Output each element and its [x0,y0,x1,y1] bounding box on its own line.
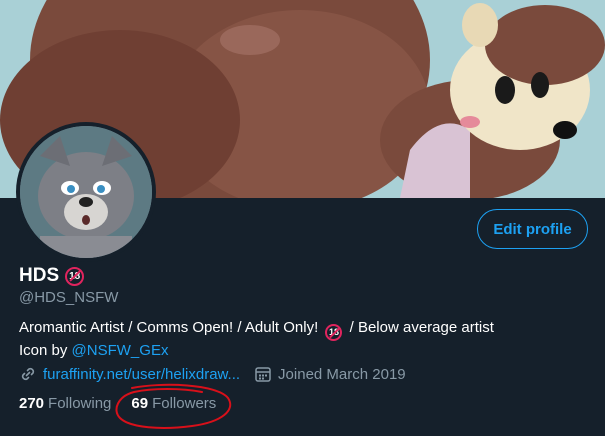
profile-meta: furaffinity.net/user/helixdraw... Joined… [19,365,406,383]
follow-stats: 270 Following 69 Followers [19,395,236,412]
adult-only-18-icon: 18 [325,323,343,341]
adult-only-18-icon: 18 [65,266,85,286]
following-count: 270 [19,395,45,412]
mention-link[interactable]: @NSFW_GEx [72,342,169,359]
following-stat[interactable]: 270 Following [19,395,111,412]
followers-stat[interactable]: 69 Followers [131,395,216,412]
following-label: Following [48,395,112,412]
bio-text-part-2: / Below average artist [349,319,494,336]
bio-line-1: Aromantic Artist / Comms Open! / Adult O… [19,318,494,341]
display-name: HDS [19,265,60,286]
name-row: HDS 18 [19,265,85,287]
edit-profile-button[interactable]: Edit profile [477,209,588,249]
calendar-icon [254,365,272,383]
link-icon [19,365,37,383]
profile-bio: Aromantic Artist / Comms Open! / Adult O… [19,318,494,361]
followers-count: 69 [131,395,149,412]
bio-line-2: Icon by @NSFW_GEx [19,341,494,361]
user-handle: @HDS_NSFW [19,289,119,306]
avatar-illustration [20,126,152,258]
followers-label: Followers [152,395,217,412]
bio-text-part-1: Aromantic Artist / Comms Open! / Adult O… [19,319,319,336]
bio-credit-prefix: Icon by [19,341,68,359]
profile-avatar[interactable] [16,122,156,262]
joined-date: Joined March 2019 [278,365,406,383]
website-link[interactable]: furaffinity.net/user/helixdraw... [43,366,240,383]
